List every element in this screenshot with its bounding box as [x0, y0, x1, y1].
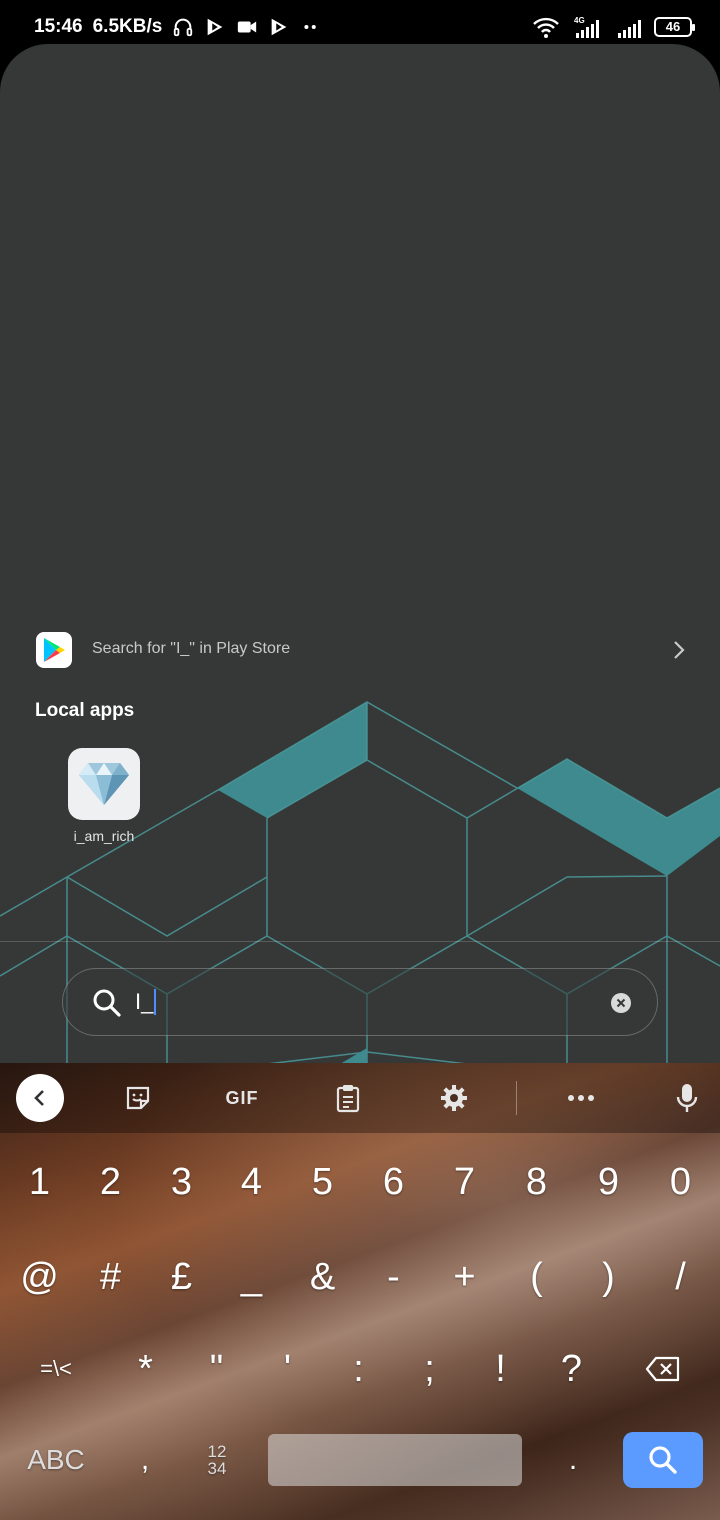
key-6[interactable]: 6	[358, 1142, 429, 1222]
key-ampersand[interactable]: &	[287, 1237, 358, 1317]
app-i-am-rich[interactable]: i_am_rich	[62, 748, 146, 844]
microphone-icon	[676, 1084, 698, 1112]
period-key[interactable]: .	[540, 1420, 606, 1500]
key-1[interactable]: 1	[4, 1142, 75, 1222]
keyboard-row-bottom: ABC , 12 34 .	[0, 1420, 720, 1500]
divider	[0, 941, 720, 942]
gear-icon	[441, 1085, 467, 1111]
play-notification-icon	[207, 18, 223, 36]
search-icon	[93, 989, 121, 1017]
sticker-button[interactable]	[116, 1077, 160, 1119]
network-speed: 6.5KB/s	[92, 16, 163, 37]
more-notifications-icon	[304, 24, 317, 30]
battery-indicator: 46	[654, 17, 695, 37]
play-store-search-label: Search for "I_" in Play Store	[92, 640, 291, 657]
search-enter-key[interactable]	[623, 1432, 703, 1488]
sticker-icon	[126, 1086, 150, 1110]
key-asterisk[interactable]: *	[110, 1329, 181, 1409]
headphones-icon	[174, 18, 193, 37]
keyboard-row-punctuation: =\< * " ' : ; ! ?	[0, 1329, 720, 1409]
settings-button[interactable]	[432, 1077, 476, 1119]
local-apps-heading: Local apps	[35, 700, 135, 721]
chevron-left-icon	[34, 1090, 44, 1106]
key-0[interactable]: 0	[645, 1142, 716, 1222]
svg-text:4G: 4G	[574, 16, 585, 25]
backspace-icon	[645, 1356, 680, 1382]
key-plus[interactable]: +	[429, 1237, 500, 1317]
signal-icon	[618, 20, 641, 38]
key-open-paren[interactable]: (	[501, 1237, 572, 1317]
search-icon	[649, 1446, 677, 1474]
space-key[interactable]	[268, 1434, 522, 1486]
key-slash[interactable]: /	[645, 1237, 716, 1317]
key-minus[interactable]: -	[358, 1237, 429, 1317]
key-double-quote[interactable]: "	[181, 1329, 252, 1409]
gif-label: GIF	[225, 1087, 259, 1108]
video-camera-icon	[238, 21, 257, 33]
text-cursor	[154, 989, 157, 1015]
num-toggle-top: 12	[207, 1442, 227, 1461]
backspace-key[interactable]	[626, 1329, 700, 1409]
app-label: i_am_rich	[73, 828, 135, 844]
key-more-symbols[interactable]: =\<	[18, 1329, 94, 1409]
key-9[interactable]: 9	[573, 1142, 644, 1222]
voice-input-button[interactable]	[666, 1077, 708, 1119]
key-single-quote[interactable]: '	[252, 1329, 323, 1409]
status-time: 15:46	[34, 16, 83, 37]
play-notification-icon-2	[271, 18, 287, 36]
diamond-icon	[68, 748, 140, 820]
gif-button[interactable]: GIF	[216, 1077, 268, 1119]
key-2[interactable]: 2	[75, 1142, 146, 1222]
keyboard: GIF 1 2 3 4 5 6 7 8 9 0 @ # £ _ & - + (…	[0, 1063, 720, 1520]
number-pad-toggle-key[interactable]: 12 34	[186, 1420, 248, 1500]
chevron-right-icon	[674, 641, 685, 659]
toolbar-divider	[516, 1081, 517, 1115]
key-close-paren[interactable]: )	[573, 1237, 644, 1317]
wifi-icon	[533, 17, 559, 38]
key-5[interactable]: 5	[287, 1142, 358, 1222]
search-query-text: I_	[135, 989, 154, 1014]
keyboard-back-button[interactable]	[16, 1074, 64, 1122]
key-question[interactable]: ?	[536, 1329, 607, 1409]
clear-search-icon[interactable]	[611, 993, 631, 1013]
key-hash[interactable]: #	[75, 1237, 146, 1317]
more-horizontal-icon	[568, 1095, 594, 1101]
num-toggle-bottom: 34	[207, 1459, 227, 1478]
key-4[interactable]: 4	[216, 1142, 287, 1222]
key-8[interactable]: 8	[501, 1142, 572, 1222]
play-store-icon	[36, 632, 72, 668]
key-at[interactable]: @	[4, 1237, 75, 1317]
key-3[interactable]: 3	[146, 1142, 217, 1222]
comma-key[interactable]: ,	[112, 1420, 178, 1500]
key-underscore[interactable]: _	[216, 1237, 287, 1317]
key-pound[interactable]: £	[146, 1237, 217, 1317]
keyboard-row-digits: 1 2 3 4 5 6 7 8 9 0	[0, 1142, 720, 1222]
key-7[interactable]: 7	[429, 1142, 500, 1222]
key-exclamation[interactable]: !	[465, 1329, 536, 1409]
key-semicolon[interactable]: ;	[394, 1329, 465, 1409]
signal-4g-icon: 4G	[574, 16, 599, 38]
clipboard-icon	[336, 1085, 360, 1113]
app-search-panel: Search for "I_" in Play Store Local apps…	[0, 44, 720, 1064]
key-colon[interactable]: :	[323, 1329, 394, 1409]
search-input[interactable]: I_	[62, 968, 658, 1036]
abc-key[interactable]: ABC	[14, 1420, 98, 1500]
more-options-button[interactable]	[558, 1077, 604, 1119]
play-store-search-row[interactable]: Search for "I_" in Play Store	[0, 630, 720, 670]
keyboard-toolbar: GIF	[0, 1063, 720, 1133]
geometric-wallpaper	[0, 701, 720, 1064]
clipboard-button[interactable]	[326, 1077, 370, 1119]
keyboard-row-symbols: @ # £ _ & - + ( ) /	[0, 1237, 720, 1317]
